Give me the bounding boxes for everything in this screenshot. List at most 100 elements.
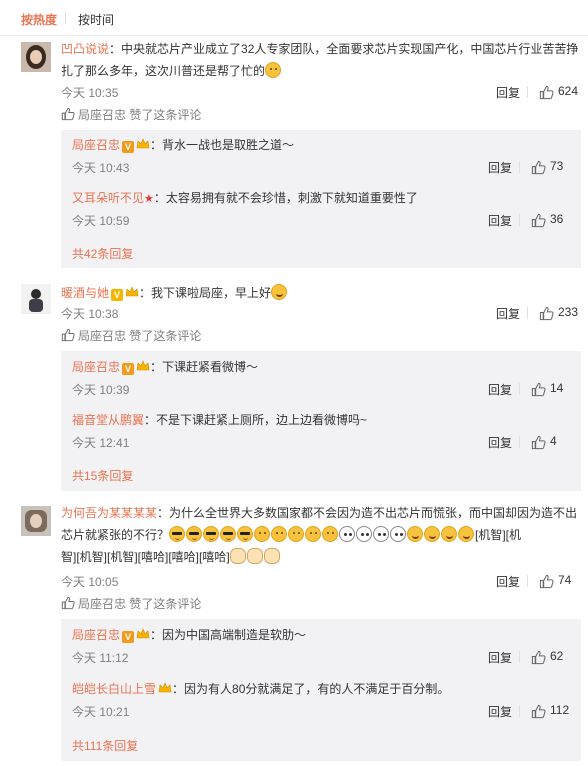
cool-emoji-icon (220, 526, 237, 542)
reply-time: 今天 11:12 (72, 651, 129, 665)
cool-emoji-icon (186, 526, 203, 542)
divider (527, 86, 528, 98)
sort-tabs: 按热度 按时间 (0, 0, 588, 36)
cat-emoji-icon (246, 548, 263, 564)
thumb-up-icon (531, 650, 546, 665)
tab-divider (65, 12, 66, 24)
divider (519, 651, 520, 663)
verified-badge-icon: V (122, 363, 135, 375)
tab-sort-by-time[interactable]: 按时间 (78, 11, 114, 28)
reply-text: 局座召忠 V ：因为中国高端制造是软肋～ (72, 628, 307, 643)
divider (519, 214, 520, 226)
reply-username[interactable]: 局座召忠 (72, 628, 120, 642)
thumb-up-icon (61, 107, 75, 121)
comment-text: 凹凸说说：中央就芯片产业成立了32人专家团队，全面要求芯片实现国产化，中国芯片行… (61, 42, 579, 56)
divider (527, 575, 528, 587)
divider (519, 705, 520, 717)
avatar[interactable] (21, 42, 51, 72)
comment-text-line3: 智][机智][机智][嘻哈][嘻哈][嘻哈] (61, 546, 581, 568)
reply-text: 福音堂从鹏翼：不是下课赶紧上厕所，边上边看微博吗~ (72, 413, 368, 427)
eyes-emoji-icon (356, 526, 373, 542)
reply-time: 今天 12:41 (72, 436, 130, 450)
thumb-up-icon (539, 85, 554, 100)
thinking-emoji-icon (265, 62, 282, 78)
divider (519, 161, 520, 173)
reply-time: 今天 10:59 (72, 214, 130, 228)
reply-button[interactable]: 回复 (496, 84, 520, 101)
thumb-up-icon (531, 704, 546, 719)
like-count: 62 (550, 649, 564, 663)
comment-meta: 今天 10:35 回复 624 (61, 84, 581, 102)
like-count: 74 (558, 573, 572, 587)
comment-meta: 今天 10:05 回复 74 (61, 573, 581, 591)
reply-button[interactable]: 回复 (488, 381, 512, 398)
smile-emoji-icon (271, 284, 288, 300)
avatar[interactable] (21, 284, 51, 314)
smile-emoji-icon (458, 526, 475, 542)
reply-username[interactable]: 又耳朵听不见 (72, 191, 144, 205)
verified-badge-icon: V (122, 631, 135, 643)
divider (519, 436, 520, 448)
thumb-up-icon (531, 382, 546, 397)
thumb-up-icon (539, 574, 554, 589)
eyes-emoji-icon (373, 526, 390, 542)
like-count: 36 (550, 212, 564, 226)
thinking-emoji-icon (271, 526, 288, 542)
thinking-emoji-icon (305, 526, 322, 542)
cool-emoji-icon (237, 526, 254, 542)
cool-emoji-icon (203, 526, 220, 542)
smile-emoji-icon (441, 526, 458, 542)
verified-badge-icon: V (111, 289, 124, 301)
comment-username[interactable]: 凹凸说说 (61, 42, 109, 56)
crown-icon (136, 628, 150, 639)
reply-username[interactable]: 皑皑长白山上雪 (72, 682, 156, 696)
divider (527, 307, 528, 319)
reply-time: 今天 10:39 (72, 383, 130, 397)
reply-meta: 今天 11:12 回复 62 (72, 649, 582, 667)
comment-time: 今天 10:35 (61, 86, 119, 100)
smile-emoji-icon (424, 526, 441, 542)
eyes-emoji-icon (339, 526, 356, 542)
more-replies-link[interactable]: 共42条回复 (72, 245, 133, 262)
thinking-emoji-icon (288, 526, 305, 542)
thumb-up-icon (61, 596, 75, 610)
reply-meta: 今天 10:43 回复 73 (72, 159, 582, 177)
more-replies-link[interactable]: 共15条回复 (72, 467, 133, 484)
star-icon: ★ (144, 193, 154, 205)
reply-button[interactable]: 回复 (488, 649, 512, 666)
reply-button[interactable]: 回复 (488, 434, 512, 451)
thinking-emoji-icon (322, 526, 339, 542)
reply-button[interactable]: 回复 (488, 159, 512, 176)
more-replies-link[interactable]: 共111条回复 (72, 737, 138, 754)
reply-button[interactable]: 回复 (496, 305, 520, 322)
reply-username[interactable]: 局座召忠 (72, 360, 120, 374)
reply-meta: 今天 10:21 回复 112 (72, 703, 582, 721)
tab-sort-by-hot[interactable]: 按热度 (21, 11, 57, 28)
thumb-up-icon (531, 435, 546, 450)
crown-icon (158, 682, 172, 693)
reply-time: 今天 10:43 (72, 161, 130, 175)
reply-time: 今天 10:21 (72, 705, 130, 719)
reply-username[interactable]: 福音堂从鹏翼 (72, 413, 144, 427)
reply-username[interactable]: 局座召忠 (72, 138, 120, 152)
comment-time: 今天 10:05 (61, 575, 119, 589)
comment-text-line2: 扎了那么多年，这次川普还是帮了忙的 (61, 60, 581, 82)
reply-button[interactable]: 回复 (488, 212, 512, 229)
reply-list: 局座召忠 V ：因为中国高端制造是软肋～ 今天 11:12 回复 62 皑皑长白山上… (61, 619, 581, 761)
comment-username[interactable]: 暖酒与她 (61, 286, 109, 300)
reply-button[interactable]: 回复 (488, 703, 512, 720)
reply-meta: 今天 10:59 回复 36 (72, 212, 582, 230)
comment-username[interactable]: 为何吾为某某某某 (61, 506, 157, 520)
thumb-up-icon (531, 213, 546, 228)
like-count: 233 (558, 305, 579, 319)
smile-emoji-icon (407, 526, 424, 542)
thumb-up-icon (531, 160, 546, 175)
avatar[interactable] (21, 506, 51, 536)
reply-button[interactable]: 回复 (496, 573, 520, 590)
like-count: 112 (550, 703, 570, 717)
reply-meta: 今天 10:39 回复 14 (72, 381, 582, 399)
comment-text: 为何吾为某某某某：为什么全世界大多数国家都不会因为造不出芯片而慌张，而中国却因为… (61, 506, 578, 520)
like-count: 14 (550, 381, 564, 395)
crown-icon (125, 286, 139, 297)
crown-icon (136, 138, 150, 149)
